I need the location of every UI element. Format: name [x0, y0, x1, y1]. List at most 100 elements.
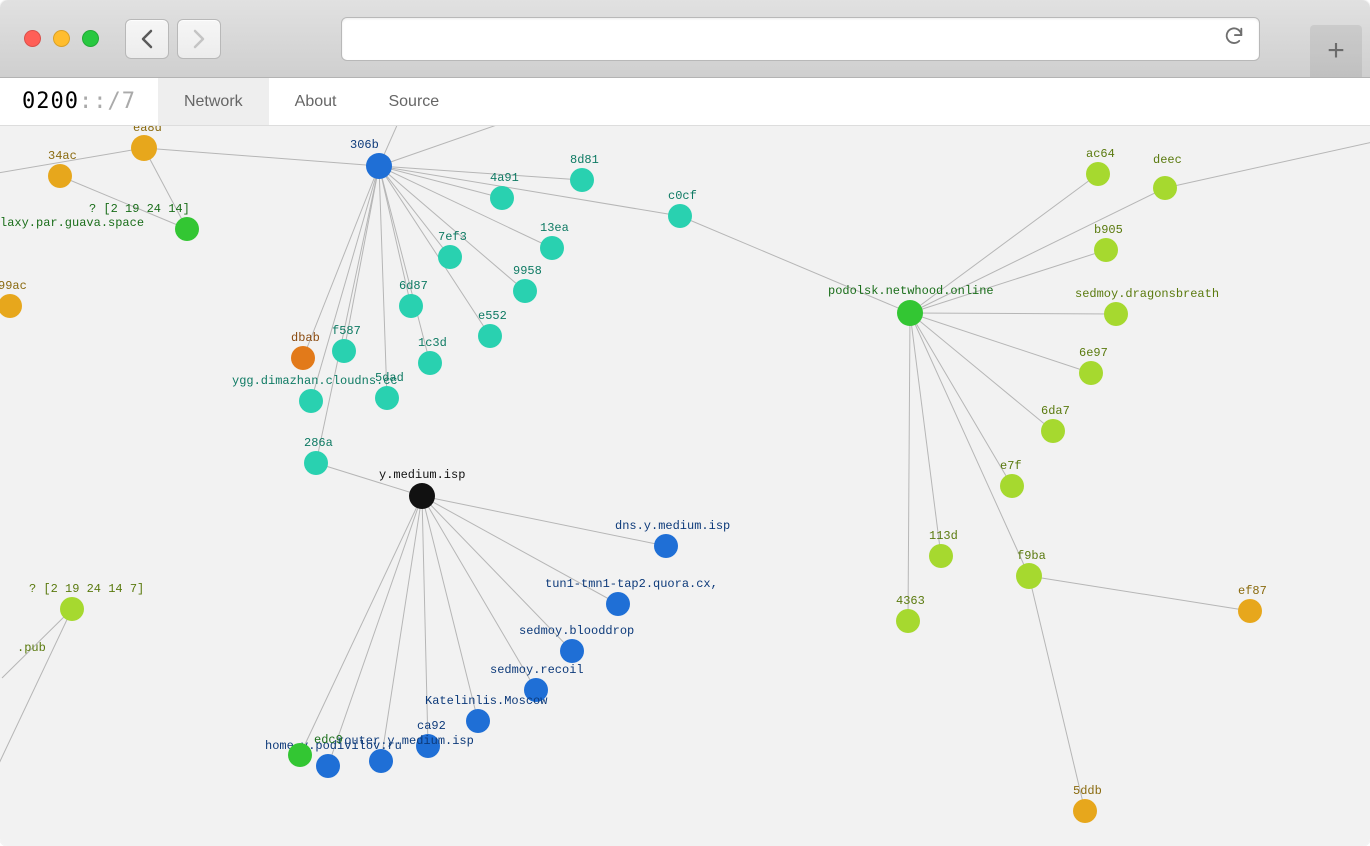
- graph-node-label: .pub: [17, 641, 46, 655]
- graph-node[interactable]: [1016, 563, 1042, 589]
- chevron-right-icon: [192, 29, 206, 49]
- graph-node[interactable]: [438, 245, 462, 269]
- graph-node[interactable]: [304, 451, 328, 475]
- refresh-icon[interactable]: [1223, 25, 1245, 53]
- graph-edge: [311, 166, 379, 401]
- graph-node[interactable]: [299, 389, 323, 413]
- graph-node-label: 99ac: [0, 279, 27, 293]
- graph-edge: [1165, 136, 1370, 188]
- graph-edge: [328, 496, 422, 766]
- graph-node-label: 5ddb: [1073, 784, 1102, 798]
- graph-node[interactable]: [316, 754, 340, 778]
- graph-node[interactable]: [1073, 799, 1097, 823]
- graph-node[interactable]: [1086, 162, 1110, 186]
- graph-node[interactable]: [0, 294, 22, 318]
- graph-node[interactable]: [1041, 419, 1065, 443]
- new-tab-button[interactable]: +: [1310, 25, 1362, 77]
- graph-node[interactable]: [524, 678, 548, 702]
- graph-node[interactable]: [540, 236, 564, 260]
- graph-node-label: c0cf: [668, 189, 697, 203]
- nav-buttons: [125, 19, 221, 59]
- graph-node[interactable]: [1104, 302, 1128, 326]
- graph-edge: [680, 216, 910, 313]
- graph-node-label: 286a: [304, 436, 333, 450]
- tabs: Network About Source: [158, 78, 465, 125]
- maximize-window-button[interactable]: [82, 30, 99, 47]
- graph-edge: [379, 166, 680, 216]
- graph-edge: [379, 166, 490, 336]
- graph-edge: [1029, 576, 1250, 611]
- graph-node[interactable]: [896, 609, 920, 633]
- graph-edge: [379, 166, 430, 363]
- graph-node[interactable]: [369, 749, 393, 773]
- graph-node[interactable]: [1000, 474, 1024, 498]
- graph-node[interactable]: [399, 294, 423, 318]
- graph-node-label: 4a91: [490, 171, 519, 185]
- graph-node-label: b905: [1094, 223, 1123, 237]
- graph-edge: [422, 496, 572, 651]
- forward-button[interactable]: [177, 19, 221, 59]
- minimize-window-button[interactable]: [53, 30, 70, 47]
- graph-node[interactable]: [654, 534, 678, 558]
- page-title-main: 0200: [22, 89, 79, 114]
- graph-node[interactable]: [418, 351, 442, 375]
- graph-edge: [910, 313, 1029, 576]
- graph-node-label: e552: [478, 309, 507, 323]
- graph-node[interactable]: [1153, 176, 1177, 200]
- graph-node[interactable]: [291, 346, 315, 370]
- graph-node[interactable]: [48, 164, 72, 188]
- graph-node[interactable]: [288, 743, 312, 767]
- graph-node-label: ef87: [1238, 584, 1267, 598]
- graph-node-label: laxy.par.guava.space: [0, 216, 144, 230]
- graph-node-label: ca92: [417, 719, 446, 733]
- graph-node[interactable]: [416, 734, 440, 758]
- graph-node[interactable]: [175, 217, 199, 241]
- graph-node-label: sedmoy.dragonsbreath: [1075, 287, 1219, 301]
- url-bar[interactable]: [341, 17, 1260, 61]
- graph-edge: [422, 496, 428, 746]
- plus-icon: +: [1327, 34, 1345, 68]
- graph-node[interactable]: [570, 168, 594, 192]
- chevron-left-icon: [140, 29, 154, 49]
- graph-node[interactable]: [1238, 599, 1262, 623]
- page-title: 0200::/7: [0, 89, 158, 114]
- graph-node[interactable]: [1094, 238, 1118, 262]
- graph-node[interactable]: [332, 339, 356, 363]
- graph-node[interactable]: [60, 597, 84, 621]
- graph-node-label: 306b: [350, 138, 379, 152]
- graph-node[interactable]: [131, 135, 157, 161]
- graph-edge: [144, 148, 379, 166]
- graph-node-label: router.y.medium.isp: [337, 734, 474, 748]
- graph-node[interactable]: [478, 324, 502, 348]
- graph-node[interactable]: [1079, 361, 1103, 385]
- network-graph-svg[interactable]: 306b4a918d81c0cf7ef313ea99586d87e552f587…: [0, 126, 1370, 846]
- graph-node[interactable]: [668, 204, 692, 228]
- graph-edge: [908, 313, 910, 621]
- graph-node[interactable]: [606, 592, 630, 616]
- graph-node-label: sedmoy.blooddrop: [519, 624, 634, 638]
- tab-source[interactable]: Source: [362, 78, 465, 125]
- graph-node[interactable]: [409, 483, 435, 509]
- graph-node[interactable]: [366, 153, 392, 179]
- graph-node[interactable]: [466, 709, 490, 733]
- back-button[interactable]: [125, 19, 169, 59]
- graph-edge: [910, 313, 1053, 431]
- graph-edge: [344, 166, 379, 351]
- tab-about[interactable]: About: [269, 78, 363, 125]
- graph-node-label: ? [2 19 24 14 7]: [29, 582, 144, 596]
- graph-node-label: ea8d: [133, 126, 162, 135]
- graph-node[interactable]: [513, 279, 537, 303]
- graph-edge: [379, 126, 580, 166]
- graph-edge: [1029, 576, 1085, 811]
- graph-node[interactable]: [375, 386, 399, 410]
- tab-network[interactable]: Network: [158, 78, 269, 125]
- graph-node[interactable]: [929, 544, 953, 568]
- traffic-lights: [24, 30, 99, 47]
- graph-node[interactable]: [560, 639, 584, 663]
- graph-node[interactable]: [897, 300, 923, 326]
- close-window-button[interactable]: [24, 30, 41, 47]
- graph-node-label: f9ba: [1017, 549, 1046, 563]
- graph-node-label: dns.y.medium.isp: [615, 519, 730, 533]
- graph-node[interactable]: [490, 186, 514, 210]
- network-graph-canvas[interactable]: 306b4a918d81c0cf7ef313ea99586d87e552f587…: [0, 126, 1370, 846]
